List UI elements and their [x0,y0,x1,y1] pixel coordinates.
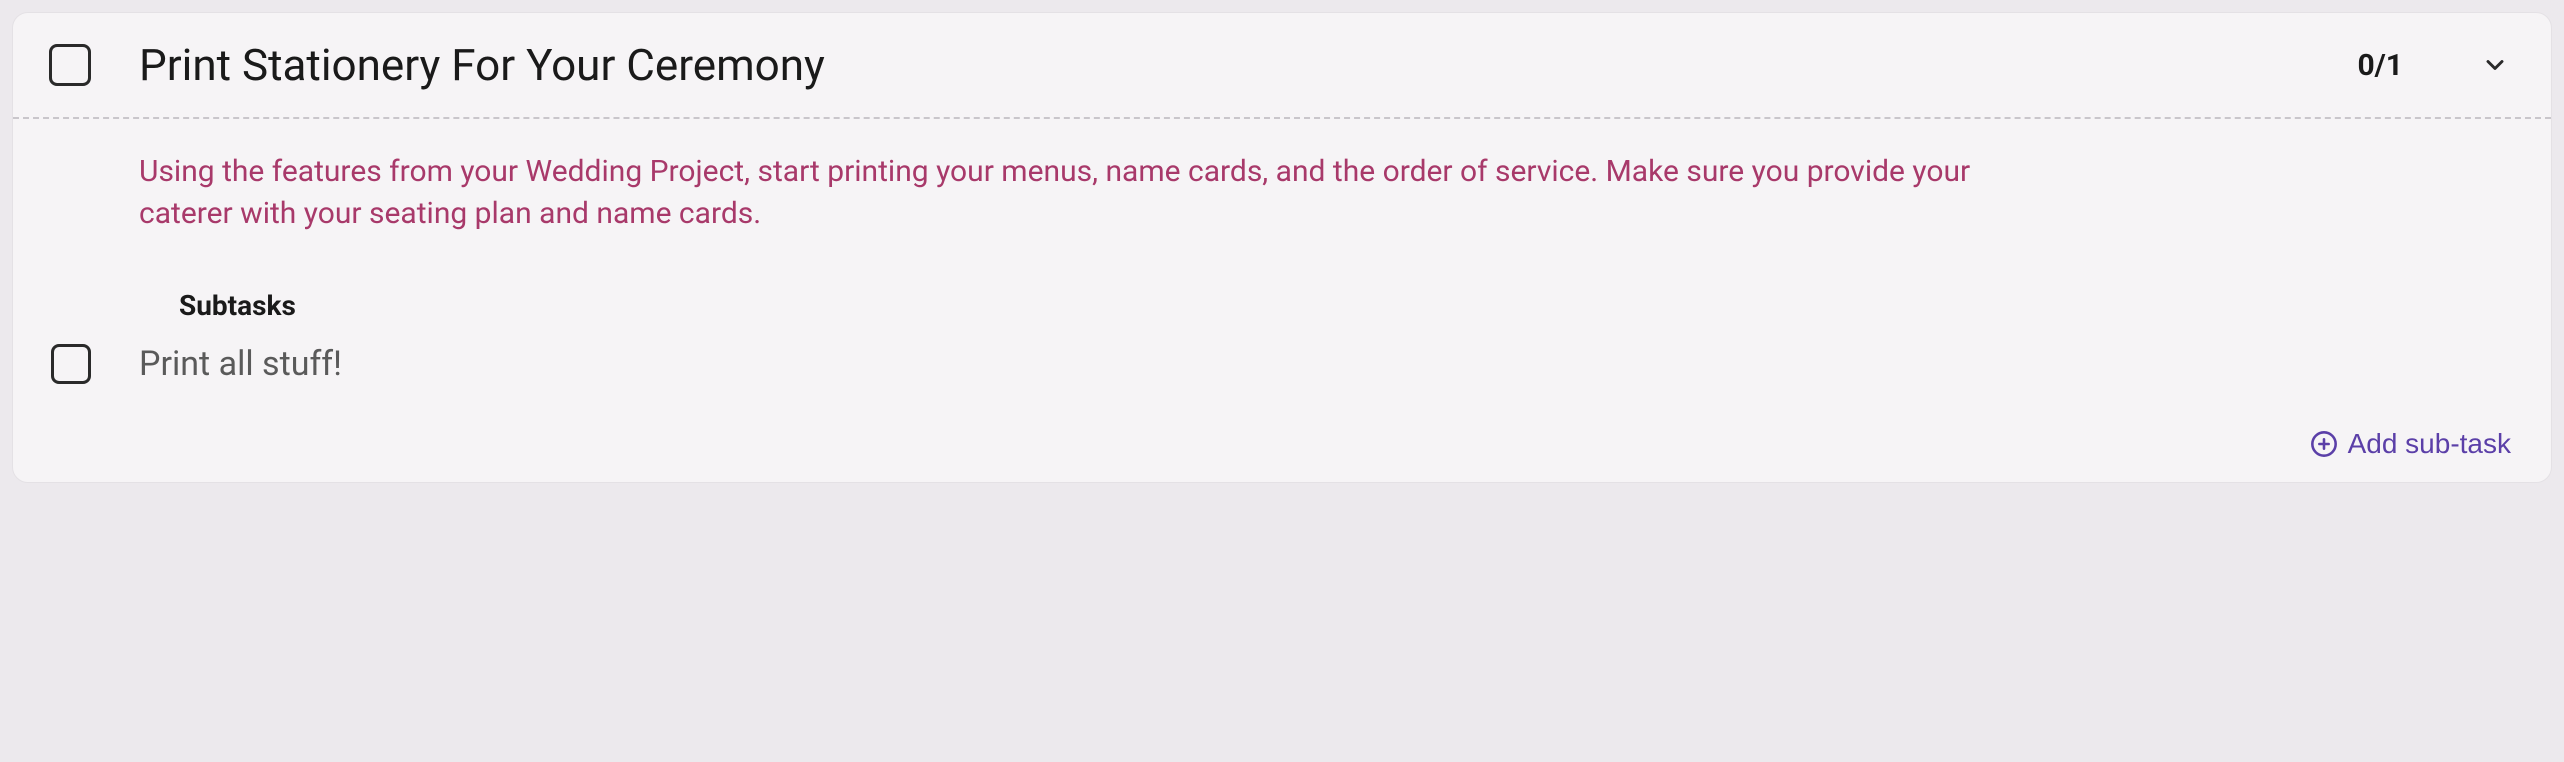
collapse-button[interactable] [2475,45,2515,85]
add-subtask-row: Add sub-task [13,410,2551,482]
task-header: Print Stationery For Your Ceremony 0/1 [13,13,2551,117]
task-description: Using the features from your Wedding Pro… [139,151,2019,235]
task-checkbox[interactable] [49,44,91,86]
task-progress-count: 0/1 [2357,48,2403,83]
task-title: Print Stationery For Your Ceremony [139,39,2309,91]
subtasks-section: Subtasks Print all stuff! [139,289,2515,388]
subtask-checkbox[interactable] [51,344,91,384]
chevron-down-icon [2481,51,2509,79]
add-subtask-label: Add sub-task [2348,428,2511,460]
subtasks-heading: Subtasks [179,289,2515,322]
task-card: Print Stationery For Your Ceremony 0/1 U… [12,12,2552,483]
add-subtask-button[interactable]: Add sub-task [2310,428,2511,460]
task-body: Using the features from your Wedding Pro… [13,119,2551,410]
subtask-title: Print all stuff! [139,344,342,384]
plus-circle-icon [2310,430,2338,458]
subtask-row: Print all stuff! [51,340,2515,388]
